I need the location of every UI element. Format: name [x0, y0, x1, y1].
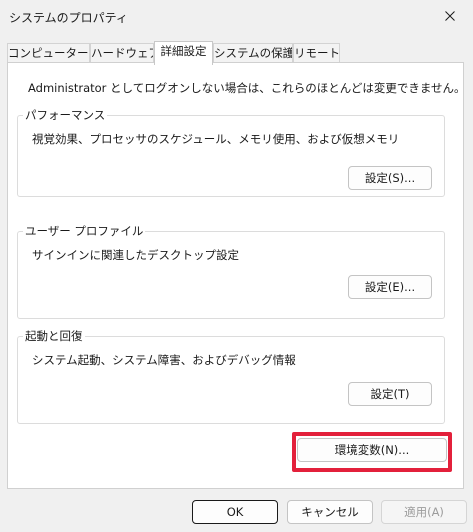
performance-description: 視覚効果、プロセッサのスケジュール、メモリ使用、および仮想メモリ	[32, 132, 400, 146]
tab-hardware[interactable]: ハードウェア	[90, 43, 154, 63]
advanced-tab-panel: Administrator としてログオンしない場合は、これらのほとんどは変更で…	[7, 62, 466, 489]
apply-button[interactable]: 適用(A)	[381, 500, 467, 524]
ok-button[interactable]: OK	[192, 500, 278, 524]
user-profile-group-title: ユーザー プロファイル	[23, 223, 146, 239]
startup-recovery-description: システム起動、システム障害、およびデバッグ情報	[32, 353, 296, 367]
tab-advanced[interactable]: 詳細設定	[154, 41, 213, 65]
system-properties-window: システムのプロパティ コンピューター名 ハードウェア 詳細設定 システムの保護 …	[0, 0, 473, 532]
startup-recovery-group-title: 起動と回復	[23, 328, 85, 344]
title-bar[interactable]: システムのプロパティ	[0, 0, 473, 34]
user-profile-settings-button[interactable]: 設定(E)...	[348, 275, 432, 299]
environment-variables-button[interactable]: 環境変数(N)...	[297, 438, 447, 462]
close-button[interactable]	[427, 0, 473, 34]
performance-settings-button[interactable]: 設定(S)...	[348, 166, 432, 190]
performance-group: パフォーマンス 視覚効果、プロセッサのスケジュール、メモリ使用、および仮想メモリ…	[17, 107, 445, 197]
startup-recovery-settings-button[interactable]: 設定(T)	[348, 382, 432, 406]
window-title: システムのプロパティ	[9, 11, 128, 25]
performance-group-title: パフォーマンス	[23, 107, 108, 123]
tab-system-protection[interactable]: システムの保護	[213, 43, 293, 63]
user-profile-group: ユーザー プロファイル サインインに関連したデスクトップ設定 設定(E)...	[17, 223, 445, 319]
startup-recovery-group: 起動と回復 システム起動、システム障害、およびデバッグ情報 設定(T)	[17, 328, 445, 424]
cancel-button[interactable]: キャンセル	[287, 500, 373, 524]
close-icon	[445, 10, 455, 24]
tab-remote[interactable]: リモート	[293, 43, 340, 63]
tab-computer-name[interactable]: コンピューター名	[7, 43, 90, 63]
admin-note: Administrator としてログオンしない場合は、これらのほとんどは変更で…	[28, 81, 466, 95]
user-profile-description: サインインに関連したデスクトップ設定	[32, 248, 239, 262]
